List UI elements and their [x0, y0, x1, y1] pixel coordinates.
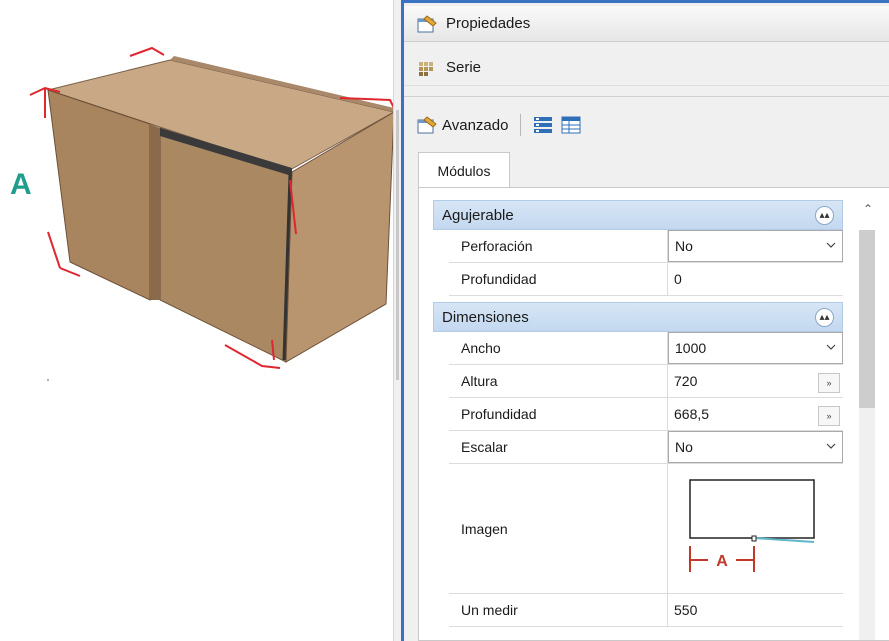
chevron-down-icon [826, 344, 836, 350]
properties-icon [416, 14, 438, 34]
property-row: Profundidad 668,5 » [449, 398, 843, 431]
property-value: No [675, 238, 693, 254]
property-value-dropdown[interactable]: No [668, 431, 843, 463]
toolbar-divider [520, 114, 522, 136]
scroll-thumb[interactable] [859, 230, 875, 408]
category-dimensiones[interactable]: Dimensiones ▴▴ [433, 302, 843, 332]
property-value-field[interactable]: 720 » [668, 365, 843, 397]
properties-title: Propiedades [446, 15, 531, 32]
table-view-icon[interactable] [561, 116, 581, 134]
property-row: Ancho 1000 [449, 332, 843, 365]
property-row: Un medir 550 [449, 594, 843, 627]
property-grid-rows: Agujerable ▴▴ Perforación No Profundidad… [433, 200, 843, 627]
property-value: No [675, 439, 693, 455]
properties-panel: Propiedades Serie Avanzado Módulos Aguje… [404, 0, 889, 641]
property-value-image[interactable]: A [668, 464, 843, 593]
properties-header[interactable]: Propiedades [404, 6, 889, 42]
ellipsis-button[interactable]: » [818, 373, 840, 393]
property-name: Ancho [449, 332, 668, 364]
tab-modulos[interactable]: Módulos [418, 152, 510, 188]
splitter[interactable] [393, 0, 401, 641]
property-value-field[interactable]: 668,5 » [668, 398, 843, 430]
property-name: Imagen [449, 464, 668, 593]
advanced-properties-icon [416, 115, 438, 135]
splitter-grip [396, 110, 399, 380]
toolbar: Avanzado [416, 110, 589, 140]
category-label: Agujerable [442, 206, 514, 224]
property-row: Escalar No [449, 431, 843, 464]
chevron-down-icon [826, 242, 836, 248]
cabinet-3d-view[interactable]: A [0, 0, 400, 641]
ellipsis-button[interactable]: » [818, 406, 840, 426]
series-header[interactable]: Serie [404, 50, 889, 86]
dimension-a-label: A [10, 168, 32, 201]
property-grid: Agujerable ▴▴ Perforación No Profundidad… [418, 187, 889, 641]
property-value-dropdown[interactable]: No [668, 230, 843, 262]
collapse-icon[interactable]: ▴▴ [815, 308, 834, 327]
panel-top-border [404, 0, 889, 3]
property-row: Profundidad 0 [449, 263, 843, 296]
property-name: Escalar [449, 431, 668, 463]
series-title: Serie [446, 59, 482, 76]
category-label: Dimensiones [442, 308, 529, 326]
cabinet-preview-image: A [689, 478, 815, 572]
property-name: Altura [449, 365, 668, 397]
property-value: 668,5 [674, 406, 710, 422]
scroll-up-icon[interactable]: ⌃ [863, 203, 873, 215]
cabinet-drawing [29, 46, 396, 381]
collapse-icon[interactable]: ▴▴ [815, 206, 834, 225]
series-icon [416, 58, 438, 78]
property-name: Profundidad [449, 263, 668, 295]
image-label: A [716, 553, 728, 570]
vertical-scrollbar[interactable]: ⌃ [845, 200, 889, 640]
property-row: Altura 720 » [449, 365, 843, 398]
property-value: 1000 [675, 340, 707, 356]
property-value-field[interactable]: 0 [668, 263, 843, 295]
property-row: Imagen A [449, 464, 843, 594]
property-row: Perforación No [449, 230, 843, 263]
property-name: Perforación [449, 230, 668, 262]
property-value: 720 [674, 373, 698, 389]
category-agujerable[interactable]: Agujerable ▴▴ [433, 200, 843, 230]
divider [404, 96, 889, 97]
chevron-down-icon [826, 443, 836, 449]
property-value-dropdown[interactable]: 1000 [668, 332, 843, 364]
property-value-field[interactable]: 550 [668, 594, 843, 626]
property-name: Profundidad [449, 398, 668, 430]
categorized-view-icon[interactable] [533, 116, 553, 134]
advanced-button[interactable]: Avanzado [442, 117, 508, 134]
property-name: Un medir [449, 594, 668, 626]
